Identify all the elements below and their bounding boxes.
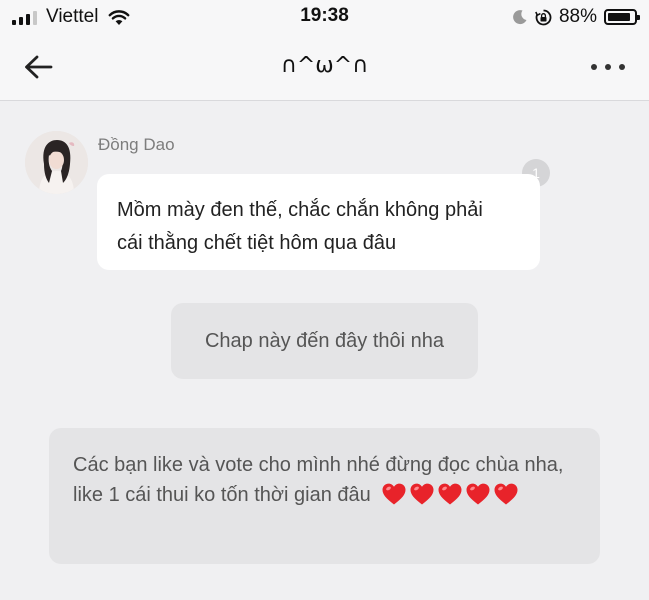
author-note: Các bạn like và vote cho mình nhé đừng đ…	[49, 428, 600, 564]
red-heart-icon	[382, 483, 406, 505]
more-dots-icon	[591, 64, 597, 70]
message-text-line: Mồm mày đen thế, chắc chắn không phải	[117, 199, 483, 221]
more-dot	[605, 64, 611, 70]
avatar[interactable]	[25, 131, 88, 194]
battery-percent: 88%	[558, 6, 597, 27]
battery-icon	[604, 9, 640, 25]
red-heart-icon	[494, 483, 518, 505]
avatar-photo	[25, 131, 88, 194]
chapter-end-note: Chap này đến đây thôi nha	[171, 303, 478, 379]
red-heart-icon	[466, 483, 490, 505]
hearts	[371, 483, 521, 506]
status-right: 88%	[512, 6, 640, 28]
red-heart-icon	[438, 483, 462, 505]
red-heart-icon	[410, 483, 434, 505]
chat-title: ∩^ω^∩	[280, 53, 369, 78]
moon-icon	[513, 10, 527, 25]
rotation-lock-icon	[535, 9, 552, 25]
message-text-line: cái thằng chết tiệt hôm qua đâu	[117, 232, 397, 254]
nav-bar: ∩^ω^∩	[0, 32, 649, 101]
message-bubble[interactable]: Mồm mày đen thế, chắc chắn không phải cá…	[97, 174, 540, 270]
more-dot	[619, 64, 625, 70]
battery-fill	[608, 13, 630, 21]
sender-name: Đồng Dao	[98, 135, 175, 154]
more-options-button[interactable]	[591, 54, 625, 80]
status-bar: Viettel 19:38 88%	[0, 0, 649, 32]
